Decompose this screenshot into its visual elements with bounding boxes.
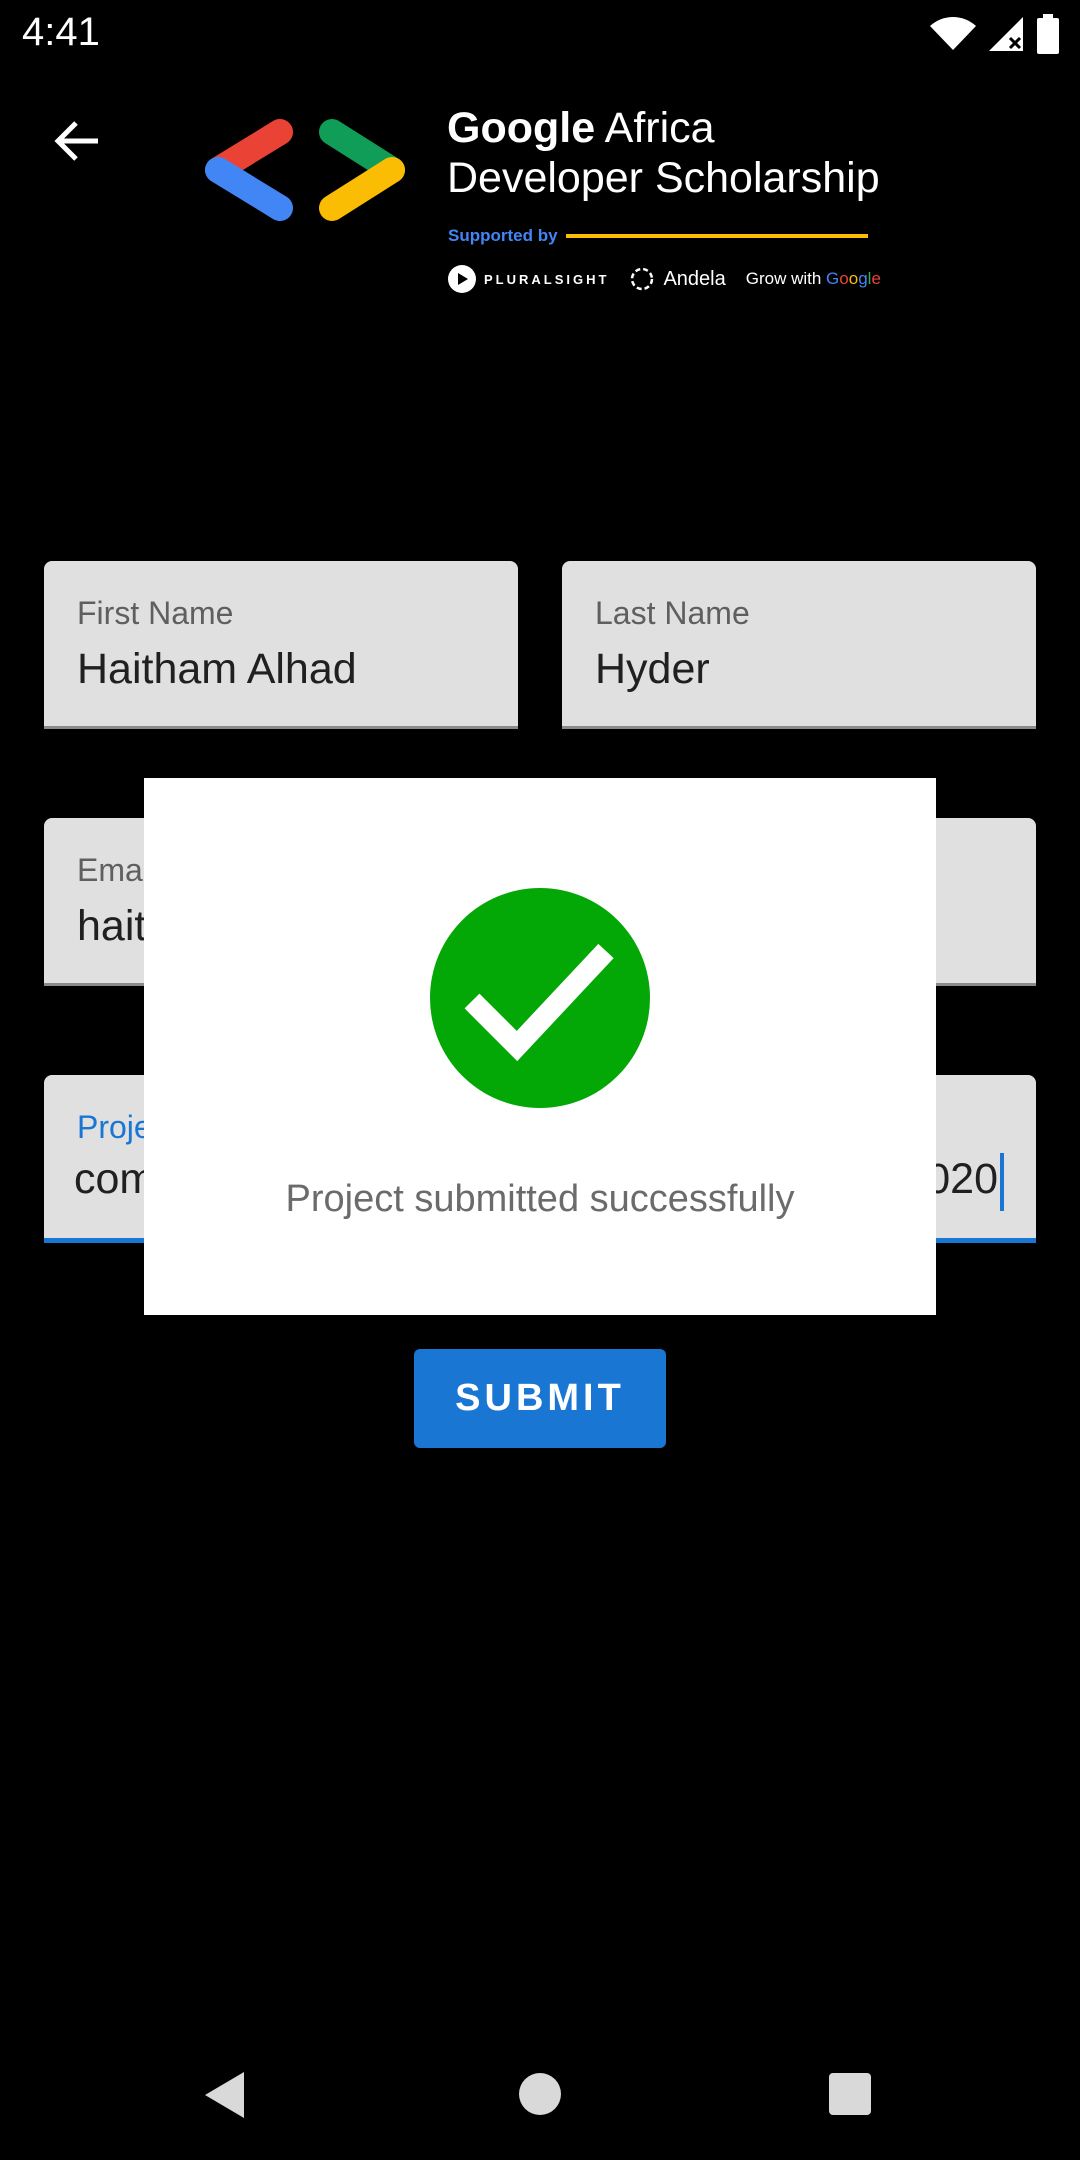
play-icon: [448, 265, 476, 293]
success-dialog: Project submitted successfully: [144, 778, 936, 1315]
nav-home-icon[interactable]: [519, 2073, 561, 2115]
nav-back-icon[interactable]: [203, 2070, 247, 2120]
project-link-value-end: 020: [926, 1155, 998, 1203]
grow-with-google-logo: Grow with Google: [746, 269, 881, 289]
back-button[interactable]: [40, 105, 112, 177]
google-letter: G: [826, 269, 840, 288]
project-link-label: Proje: [77, 1109, 152, 1145]
arrow-left-icon: [54, 121, 98, 161]
first-name-value: Haitham Alhad: [77, 645, 357, 693]
submit-button[interactable]: SUBMIT: [414, 1349, 666, 1448]
logo-title-line2: Developer Scholarship: [447, 154, 880, 202]
battery-icon: [1037, 14, 1059, 54]
nav-recents-icon[interactable]: [829, 2073, 871, 2115]
pluralsight-logo: PLURALSIGHT: [448, 265, 609, 293]
sponsor-logos: PLURALSIGHT Andela Grow with Google: [448, 264, 881, 294]
first-name-field[interactable]: First Name Haitham Alhad: [44, 561, 518, 729]
text-cursor: [1000, 1153, 1004, 1211]
google-letter: e: [871, 269, 881, 288]
last-name-field[interactable]: Last Name Hyder: [562, 561, 1036, 729]
signal-icon: [989, 17, 1023, 51]
email-label: Ema: [77, 852, 143, 888]
supported-by-divider: [566, 234, 868, 238]
logo-google-word: Google: [447, 104, 596, 152]
google-letter: o: [848, 269, 859, 288]
first-name-label: First Name: [77, 595, 234, 631]
success-message: Project submitted successfully: [285, 1178, 795, 1220]
status-time: 4:41: [22, 10, 100, 54]
logo-title-line1: Google Africa: [447, 104, 715, 153]
andela-label: Andela: [663, 267, 726, 290]
pluralsight-label: PLURALSIGHT: [484, 271, 610, 287]
email-value: hait: [77, 902, 147, 950]
supported-by-label: Supported by: [448, 226, 558, 245]
last-name-label: Last Name: [595, 595, 750, 631]
gads-logo-icon: [205, 119, 405, 221]
grow-prefix: Grow with: [745, 269, 827, 288]
andela-logo: Andela: [629, 266, 726, 292]
check-circle-icon: [430, 888, 650, 1108]
google-letter: g: [858, 269, 868, 288]
wifi-icon: [930, 17, 976, 50]
google-letter: o: [839, 269, 849, 288]
andela-icon: [631, 267, 654, 291]
logo-africa-word: Africa: [595, 104, 715, 152]
last-name-value: Hyder: [595, 645, 710, 693]
status-icons: [930, 12, 1060, 56]
